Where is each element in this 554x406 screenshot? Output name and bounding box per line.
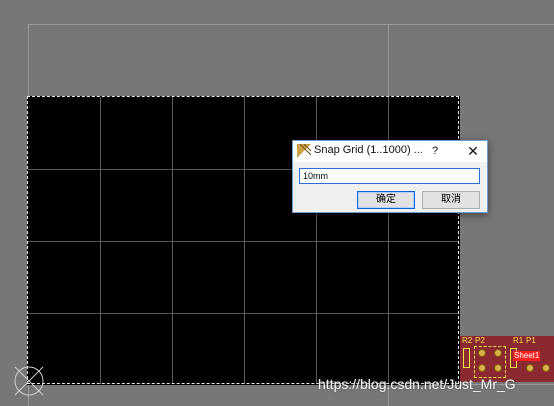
component-label: P1 (526, 336, 536, 345)
pcb-app-icon (297, 144, 311, 158)
component-label: P2 (475, 336, 485, 345)
cancel-button[interactable]: 取消 (422, 191, 480, 209)
snap-grid-input[interactable] (299, 168, 480, 184)
close-button[interactable]: ✕ (459, 141, 487, 162)
workspace-guide-top (28, 24, 554, 25)
sheet-badge[interactable]: Sheet1 (513, 351, 541, 361)
dialog-title: Snap Grid (1..1000) ... (314, 144, 423, 156)
snap-grid-dialog: Snap Grid (1..1000) ... ? ✕ 确定 取消 (292, 140, 488, 213)
watermark: https://blog.csdn.net/Just_Mr_G (318, 376, 516, 392)
ok-button[interactable]: 确定 (357, 191, 415, 209)
resistor-footprint[interactable] (463, 348, 470, 368)
pad (542, 364, 550, 372)
pad (478, 364, 486, 372)
pad (494, 349, 502, 357)
component-label: R2 (462, 336, 473, 345)
dialog-titlebar[interactable]: Snap Grid (1..1000) ... ? ✕ (293, 141, 487, 162)
pad (494, 364, 502, 372)
pad (478, 349, 486, 357)
help-button[interactable]: ? (423, 141, 447, 162)
pad (526, 364, 534, 372)
origin-marker-icon (14, 366, 44, 396)
component-label: R1 (513, 336, 524, 345)
